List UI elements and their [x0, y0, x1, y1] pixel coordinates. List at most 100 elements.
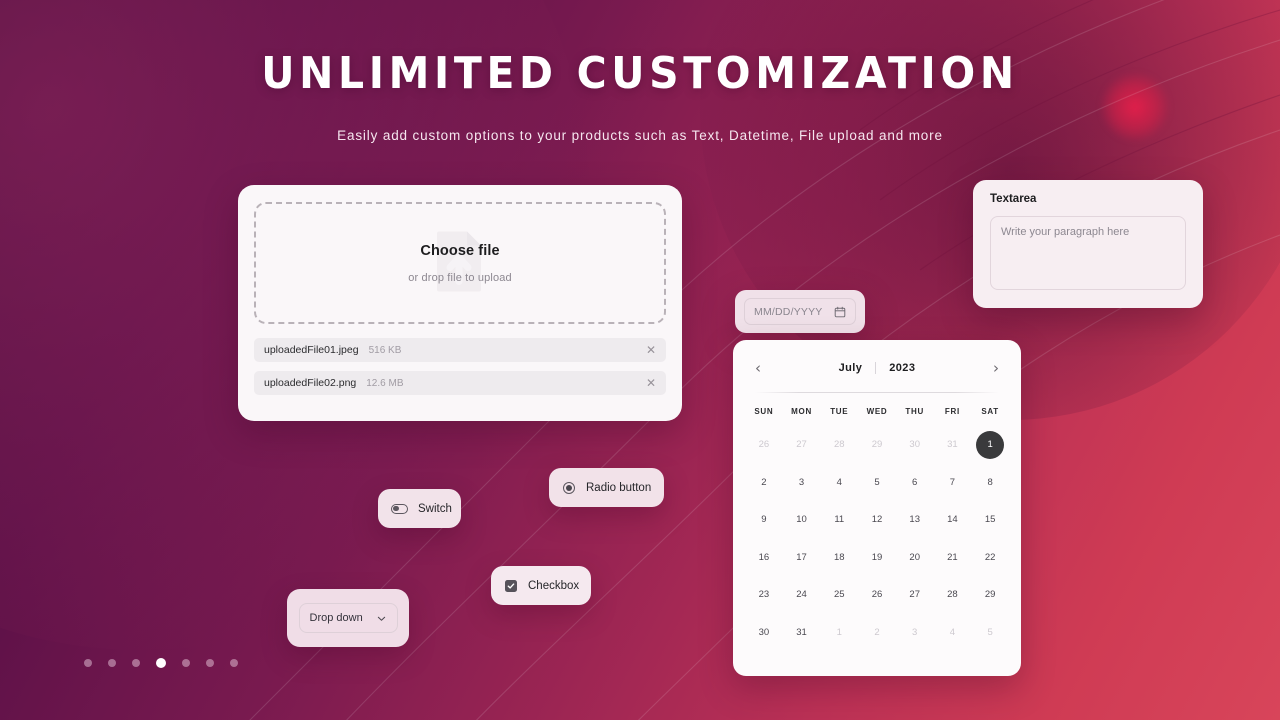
calendar-day-number: 25	[833, 589, 845, 601]
radio-dot	[566, 484, 572, 491]
calendar-day[interactable]: 5	[858, 464, 896, 502]
calendar-day-number: 28	[947, 589, 958, 601]
date-input[interactable]: MM/DD/YYYY	[744, 298, 856, 325]
calendar-day[interactable]: 4	[820, 464, 858, 502]
promo-slide: UNLIMITED CUSTOMIZATION Easily add custo…	[0, 0, 1280, 720]
calendar-day[interactable]: 3	[896, 614, 934, 652]
switch-control[interactable]: Switch	[378, 489, 461, 528]
calendar-day-number: 30	[909, 439, 920, 451]
calendar-month[interactable]: July	[839, 362, 863, 374]
uploaded-file-name: uploadedFile02.png	[264, 377, 357, 389]
calendar-day[interactable]: 25	[820, 576, 858, 614]
calendar-day[interactable]: 27	[896, 576, 934, 614]
carousel-dot[interactable]	[108, 659, 116, 667]
uploaded-file-row: uploadedFile01.jpeg 516 KB ✕	[254, 338, 666, 362]
calendar-day[interactable]: 31	[934, 426, 972, 464]
calendar-day-name: THU	[905, 406, 924, 416]
calendar-day[interactable]: 21	[934, 539, 972, 577]
calendar-day[interactable]: 10	[783, 501, 821, 539]
calendar-day[interactable]: 29	[971, 576, 1009, 614]
textarea-input[interactable]: Write your paragraph here	[990, 216, 1186, 290]
calendar-day-number: 16	[758, 551, 770, 563]
chevron-right-icon[interactable]: ›	[993, 360, 999, 376]
uploaded-file-name: uploadedFile01.jpeg	[264, 344, 359, 356]
calendar-day-number: 22	[984, 551, 996, 563]
checkbox-label: Checkbox	[528, 579, 580, 592]
calendar-day[interactable]: 9	[745, 501, 783, 539]
calendar-day-number: 8	[987, 476, 993, 488]
close-icon[interactable]: ✕	[646, 344, 656, 356]
calendar-day-name: MON	[791, 406, 812, 416]
calendar-day-number: 26	[758, 439, 770, 451]
carousel-dot[interactable]	[132, 659, 140, 667]
calendar-day-selected[interactable]: 1	[971, 426, 1009, 464]
calendar-day[interactable]: 2	[858, 614, 896, 652]
checkbox-control[interactable]: Checkbox	[491, 566, 591, 605]
calendar-day[interactable]: 20	[896, 539, 934, 577]
calendar-day[interactable]: 29	[858, 426, 896, 464]
radio-control[interactable]: Radio button	[549, 468, 664, 507]
carousel-dot[interactable]	[230, 659, 238, 667]
calendar-day[interactable]: 28	[934, 576, 972, 614]
calendar-day-number: 6	[912, 476, 918, 488]
calendar-day[interactable]: 26	[745, 426, 783, 464]
calendar-day[interactable]: 8	[971, 464, 1009, 502]
calendar-day[interactable]: 30	[896, 426, 934, 464]
carousel-dot-active[interactable]	[156, 658, 166, 668]
calendar-day[interactable]: 3	[783, 464, 821, 502]
calendar-day[interactable]: 4	[934, 614, 972, 652]
carousel-dot[interactable]	[84, 659, 92, 667]
calendar-day[interactable]: 18	[820, 539, 858, 577]
calendar-day[interactable]: 31	[783, 614, 821, 652]
calendar-day[interactable]: 7	[934, 464, 972, 502]
radio-button-icon[interactable]	[563, 481, 575, 494]
calendar-day[interactable]: 6	[896, 464, 934, 502]
calendar-day[interactable]: 27	[783, 426, 821, 464]
calendar-day-number: 30	[758, 626, 770, 638]
calendar-day[interactable]: 15	[971, 501, 1009, 539]
file-dropzone[interactable]: Choose file or drop file to upload	[254, 202, 666, 324]
textarea-card: Textarea Write your paragraph here	[973, 180, 1203, 308]
close-icon[interactable]: ✕	[646, 377, 656, 389]
calendar-day[interactable]: 26	[858, 576, 896, 614]
calendar-day[interactable]: 23	[745, 576, 783, 614]
calendar-day-number: 12	[871, 514, 883, 526]
carousel-dot[interactable]	[182, 659, 190, 667]
calendar-day[interactable]: 1	[820, 614, 858, 652]
calendar-day-number: 24	[796, 589, 807, 601]
textarea-placeholder: Write your paragraph here	[1001, 226, 1130, 238]
calendar-day[interactable]: 28	[820, 426, 858, 464]
calendar-day-name: TUE	[830, 406, 849, 416]
calendar-day[interactable]: 13	[896, 501, 934, 539]
calendar-day-number: 4	[836, 476, 842, 488]
checkbox-icon[interactable]	[505, 579, 517, 592]
calendar-day[interactable]: 22	[971, 539, 1009, 577]
calendar-day[interactable]: 30	[745, 614, 783, 652]
calendar-day-number: 20	[909, 551, 920, 563]
file-upload-card: Choose file or drop file to upload uploa…	[238, 185, 682, 421]
calendar-day-number: 2	[761, 476, 767, 488]
calendar-day-number: 9	[761, 514, 767, 526]
calendar-day[interactable]: 12	[858, 501, 896, 539]
calendar-day-number: 14	[947, 514, 958, 526]
calendar-day[interactable]: 16	[745, 539, 783, 577]
chevron-down-icon[interactable]	[376, 613, 387, 624]
calendar-day[interactable]: 19	[858, 539, 896, 577]
calendar-day[interactable]: 11	[820, 501, 858, 539]
calendar-year[interactable]: 2023	[889, 362, 915, 374]
switch-knob	[393, 505, 399, 512]
calendar-day[interactable]: 2	[745, 464, 783, 502]
switch-toggle-icon[interactable]	[391, 503, 408, 514]
calendar-day-number: 1	[836, 626, 842, 638]
calendar-day[interactable]: 17	[783, 539, 821, 577]
calendar-day[interactable]: 14	[934, 501, 972, 539]
calendar-icon[interactable]	[834, 306, 846, 318]
uploaded-file-list: uploadedFile01.jpeg 516 KB ✕ uploadedFile02…	[254, 338, 666, 395]
date-placeholder: MM/DD/YYYY	[754, 305, 823, 318]
carousel-dots	[84, 658, 238, 668]
dropdown-select[interactable]: Drop down	[298, 603, 398, 633]
carousel-dot[interactable]	[206, 659, 214, 667]
calendar-day-number: 27	[909, 589, 920, 601]
calendar-day[interactable]: 24	[783, 576, 821, 614]
calendar-day[interactable]: 5	[971, 614, 1009, 652]
